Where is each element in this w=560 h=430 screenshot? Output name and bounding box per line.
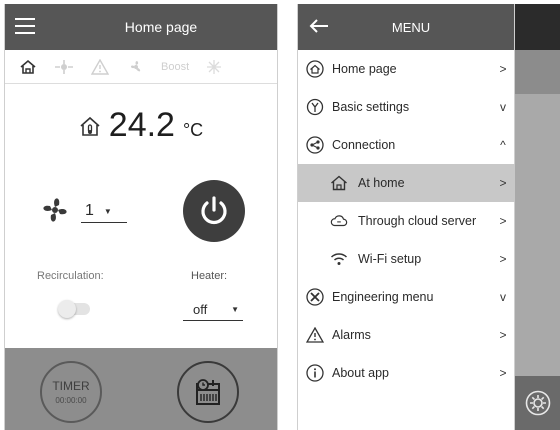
fan-status-icon [125, 57, 147, 77]
menu-item-about-app[interactable]: About app > [298, 354, 515, 392]
chevron-up-icon: ^ [500, 138, 506, 152]
indoor-temperature-icon [79, 116, 101, 141]
hamburger-menu-icon[interactable] [15, 18, 35, 34]
warning-icon [89, 57, 111, 77]
home-screen: Home page Boost 24.2 °C 1 ▼ Recirculatio… [4, 4, 278, 430]
menu-item-label: About app [332, 366, 389, 380]
bottom-bar: TIMER 00:00:00 [5, 348, 277, 430]
home-header: Home page [5, 4, 277, 50]
menu-item-home-page[interactable]: Home page > [298, 50, 515, 88]
status-icons-row: Boost [5, 50, 277, 84]
chevron-down-icon: v [500, 100, 506, 114]
menu-item-label: Basic settings [332, 100, 410, 114]
snowflake-icon [203, 57, 225, 77]
timer-time: 00:00:00 [55, 396, 87, 405]
schedule-icon [196, 379, 220, 405]
timer-button[interactable]: TIMER 00:00:00 [40, 361, 102, 423]
menu-drawer: MENU Home page > Basic settings v Connec… [298, 4, 515, 430]
menu-item-cloud-server[interactable]: Through cloud server > [298, 202, 515, 240]
menu-item-label: Alarms [332, 328, 371, 342]
chevron-right-icon: > [499, 176, 507, 190]
recirculation-toggle[interactable] [58, 300, 90, 318]
heater-select[interactable]: off ▼ [183, 302, 243, 321]
recirculation-label: Recirculation: [37, 270, 104, 282]
chevron-right-icon: > [499, 366, 507, 380]
chevron-right-icon: > [499, 62, 507, 76]
temperature-display: 24.2 °C [5, 106, 277, 145]
chevron-right-icon: > [499, 214, 507, 228]
home-mode-icon[interactable] [17, 57, 39, 77]
temperature-unit: °C [182, 120, 204, 140]
menu-item-at-home[interactable]: At home > [298, 164, 515, 202]
overlay-header-strip [515, 4, 560, 50]
screenshot-stage: Home page Boost 24.2 °C 1 ▼ Recirculatio… [0, 0, 560, 430]
dimmed-background-overlay[interactable] [515, 4, 560, 430]
power-button[interactable] [183, 180, 245, 242]
menu-item-label: Through cloud server [358, 214, 477, 228]
menu-screen: MENU Home page > Basic settings v Connec… [297, 4, 560, 430]
overlay-bottom-strip [515, 376, 560, 430]
menu-header: MENU [298, 4, 514, 50]
alarm-icon [306, 326, 324, 344]
info-icon [306, 364, 324, 382]
boost-indicator: Boost [161, 60, 190, 73]
menu-item-wifi-setup[interactable]: Wi-Fi setup > [298, 240, 515, 278]
chevron-right-icon: > [499, 252, 507, 266]
power-icon [201, 196, 227, 225]
fan-speed-value: 1 [85, 202, 94, 219]
page-title: Home page [124, 19, 198, 35]
house-icon [330, 174, 348, 192]
dropdown-arrow-icon: ▼ [103, 206, 112, 216]
connection-icon [306, 136, 324, 154]
menu-title: MENU [391, 19, 431, 35]
menu-item-engineering[interactable]: Engineering menu v [298, 278, 515, 316]
fan-icon [39, 194, 71, 231]
fan-speed-select[interactable]: 1 ▼ [81, 202, 127, 223]
menu-item-label: Wi-Fi setup [358, 252, 422, 266]
menu-item-basic-settings[interactable]: Basic settings v [298, 88, 515, 126]
cloud-icon [330, 212, 348, 230]
dropdown-arrow-icon: ▼ [231, 305, 239, 314]
temperature-value: 24.2 [108, 106, 175, 144]
fan-speed-control: 1 ▼ [39, 194, 127, 231]
toggle-knob [58, 300, 76, 318]
back-arrow-icon[interactable] [308, 16, 330, 36]
timer-label: TIMER [52, 379, 90, 393]
menu-item-connection[interactable]: Connection ^ [298, 126, 515, 164]
chevron-down-icon: v [500, 290, 506, 304]
settings-icon [306, 98, 324, 116]
menu-item-label: Connection [332, 138, 396, 152]
menu-item-alarms[interactable]: Alarms > [298, 316, 515, 354]
menu-item-label: Engineering menu [332, 290, 434, 304]
schedule-button[interactable] [177, 361, 239, 423]
home-icon [306, 60, 324, 78]
chevron-right-icon: > [499, 328, 507, 342]
overlay-status-strip [515, 50, 560, 94]
menu-item-label: Home page [332, 62, 397, 76]
wifi-icon [330, 250, 348, 268]
heater-label: Heater: [191, 270, 228, 282]
heater-value: off [193, 302, 208, 317]
menu-item-label: At home [358, 176, 405, 190]
tools-icon [306, 288, 324, 306]
ventilation-icon [53, 57, 75, 77]
gear-icon [525, 390, 551, 416]
